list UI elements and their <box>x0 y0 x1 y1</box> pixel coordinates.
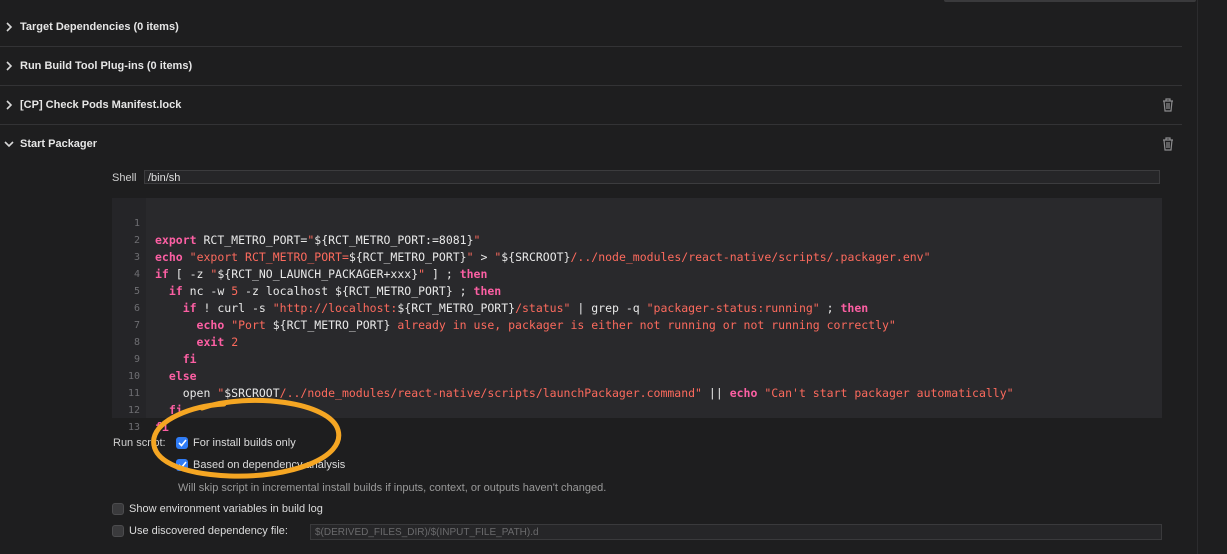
script-editor[interactable]: 1 export RCT_METRO_PORT="${RCT_METRO_POR… <box>112 198 1162 434</box>
phase-label: Start Packager <box>20 138 98 150</box>
trash-icon[interactable] <box>1161 136 1175 152</box>
checkbox-label: Show environment variables in build log <box>129 503 323 515</box>
chevron-right-icon[interactable] <box>4 61 14 71</box>
annotation-circle <box>151 397 342 479</box>
checkbox-label: Use discovered dependency file: <box>129 525 288 537</box>
dependency-file-checkbox[interactable]: Use discovered dependency file: <box>112 525 288 537</box>
unchecked-box[interactable] <box>112 525 124 537</box>
phase-target-dependencies[interactable]: Target Dependencies (0 items) <box>0 8 1182 47</box>
code-line: 9 else <box>133 354 197 383</box>
top-search-field-edge <box>944 0 1196 2</box>
phase-run-build-tool-plugins[interactable]: Run Build Tool Plug-ins (0 items) <box>0 47 1182 86</box>
chevron-right-icon[interactable] <box>4 22 14 32</box>
chevron-right-icon[interactable] <box>4 100 14 110</box>
scrollbar-track[interactable] <box>1197 0 1227 554</box>
dependency-file-input[interactable]: $(DERIVED_FILES_DIR)/$(INPUT_FILE_PATH).… <box>310 524 1162 540</box>
show-env-vars-checkbox[interactable]: Show environment variables in build log <box>112 503 323 515</box>
code-line: 7 exit 2 <box>133 320 239 349</box>
phase-label: Target Dependencies (0 items) <box>20 21 179 33</box>
code-line: 5 if ! curl -s "http://localhost:${RCT_M… <box>133 286 869 315</box>
unchecked-box[interactable] <box>112 503 124 515</box>
code-line: 8 fi <box>133 337 197 366</box>
code-line: 6 echo "Port ${RCT_METRO_PORT} already i… <box>133 303 896 332</box>
code-line: 10 open "$SRCROOT/../node_modules/react-… <box>127 371 1014 400</box>
code-line: 3 if [ -z "${RCT_NO_LAUNCH_PACKAGER+xxx}… <box>133 252 488 281</box>
code-line: 11 fi <box>127 388 183 417</box>
chevron-down-icon[interactable] <box>4 139 14 149</box>
shell-input[interactable]: /bin/sh <box>144 170 1160 184</box>
phase-label: Run Build Tool Plug-ins (0 items) <box>20 60 193 72</box>
phase-check-pods-manifest[interactable]: [CP] Check Pods Manifest.lock <box>0 86 1182 125</box>
code-line: 1 export RCT_METRO_PORT="${RCT_METRO_POR… <box>133 218 481 247</box>
phase-start-packager[interactable]: Start Packager <box>0 125 1182 163</box>
phase-label: [CP] Check Pods Manifest.lock <box>20 99 182 111</box>
code-line: 4 if nc -w 5 -z localhost ${RCT_METRO_PO… <box>133 269 502 298</box>
code-line: 2 echo "export RCT_METRO_PORT=${RCT_METR… <box>133 235 931 264</box>
trash-icon[interactable] <box>1161 97 1175 113</box>
shell-label: Shell <box>112 172 137 184</box>
